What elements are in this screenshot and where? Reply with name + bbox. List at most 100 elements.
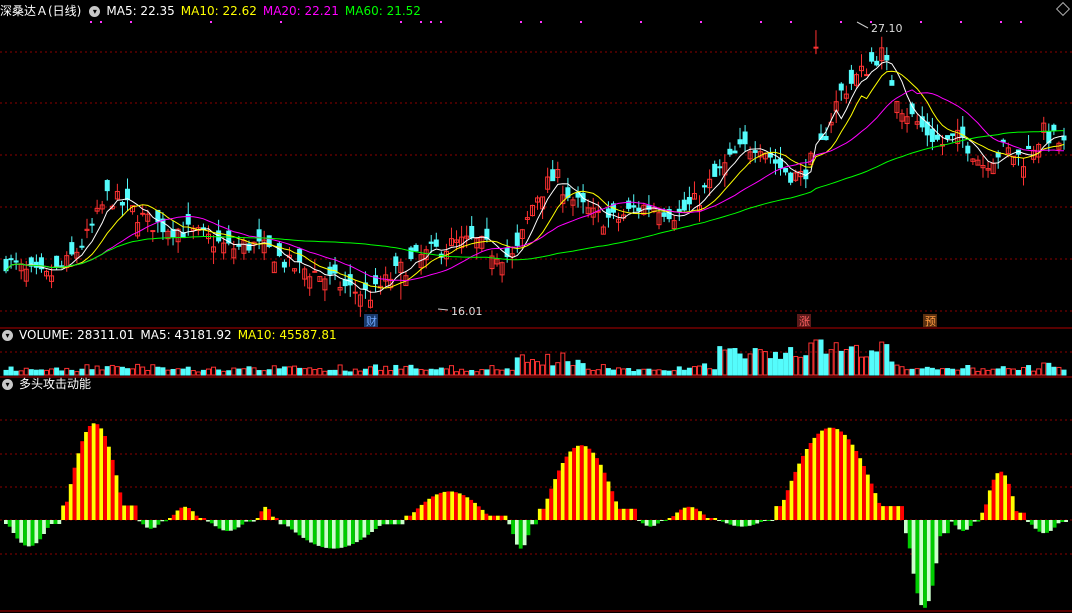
momentum-bar-negative: [362, 520, 367, 538]
volume-bar: [94, 365, 100, 376]
momentum-bar-positive: [427, 498, 432, 520]
volume-bar: [631, 370, 637, 376]
volume-bar: [180, 368, 186, 376]
volume-bar: [509, 369, 515, 376]
momentum-bar-positive: [831, 427, 836, 520]
volume-bar: [469, 369, 475, 376]
momentum-bar-negative: [42, 520, 46, 534]
volume-bar: [884, 344, 890, 376]
volume-bar: [438, 367, 444, 376]
volume-bar: [64, 367, 70, 376]
ma60-label: MA60: 21.52: [344, 4, 421, 18]
volume-bar: [464, 370, 470, 376]
volume-bar: [788, 347, 794, 376]
momentum-bar-positive: [179, 507, 184, 520]
momentum-bar-negative: [53, 520, 58, 524]
momentum-bar-negative: [343, 520, 348, 547]
momentum-bar-positive: [633, 508, 638, 520]
momentum-bar-positive: [1003, 475, 1008, 520]
volume-bar: [904, 369, 910, 376]
momentum-bar-positive: [454, 492, 458, 520]
volume-bar: [124, 368, 130, 376]
momentum-bar-negative: [297, 520, 302, 536]
volume-bar: [175, 368, 181, 376]
volume-bar: [454, 371, 460, 376]
ma5-label: MA5: 22.35: [106, 4, 175, 18]
collapse-icon[interactable]: ▾: [89, 6, 101, 17]
volume-bar: [529, 358, 535, 376]
volume-bar: [671, 370, 677, 376]
volume-bar: [646, 368, 652, 376]
collapse-icon[interactable]: ▾: [2, 330, 13, 341]
volume-bar: [651, 369, 657, 376]
event-dot: [960, 21, 962, 23]
momentum-bar-negative: [1029, 520, 1034, 525]
candle-body: [848, 69, 854, 84]
momentum-bar-negative: [724, 520, 729, 524]
event-dot: [100, 21, 102, 23]
momentum-bar-positive: [408, 515, 413, 520]
kline-chart[interactable]: 27.10 16.01 财 涨 预: [0, 0, 1072, 613]
momentum-bar-negative: [511, 520, 516, 535]
volume-bar: [99, 369, 105, 376]
momentum-bar-positive: [263, 506, 268, 520]
collapse-icon[interactable]: ▾: [2, 379, 13, 390]
volume-bar: [342, 370, 348, 376]
volume-bar: [975, 370, 981, 376]
event-dot: [1000, 21, 1002, 23]
volume-bar: [140, 366, 146, 376]
volume-header: ▾ VOLUME: 28311.01 MA5: 43181.92 MA10: 4558…: [0, 326, 343, 344]
volume-bar: [828, 349, 834, 376]
momentum-bar-negative: [358, 520, 363, 540]
volume-bar: [995, 368, 1001, 376]
low-marker-label: 16.01: [451, 305, 483, 318]
volume-bar: [656, 369, 662, 376]
volume-bar: [236, 368, 242, 376]
momentum-bar-negative: [946, 520, 950, 534]
volume-bar: [347, 371, 353, 376]
momentum-bar-positive: [190, 511, 195, 520]
momentum-bar-negative: [644, 520, 649, 526]
volume-bar: [676, 366, 682, 376]
low-marker-arrow: [437, 308, 449, 311]
momentum-bar-negative: [7, 520, 12, 527]
candle-body: [838, 83, 844, 91]
candle-body: [550, 169, 556, 182]
candle-body: [702, 185, 708, 188]
stock-title: 深桑达Ａ(日线): [0, 4, 82, 18]
momentum-bar-positive: [461, 495, 466, 520]
momentum-bar-negative: [976, 520, 981, 522]
volume-bar: [195, 371, 201, 376]
momentum-bar-positive: [869, 483, 874, 520]
volume-bar: [251, 367, 257, 376]
momentum-bar-positive: [587, 448, 592, 520]
momentum-bar-positive: [484, 513, 489, 520]
volume-bar: [130, 368, 136, 376]
momentum-bar-negative: [1064, 520, 1069, 522]
momentum-bar-positive: [667, 518, 672, 520]
momentum-bar-positive: [488, 515, 493, 520]
momentum-bar-positive: [126, 505, 130, 520]
momentum-bar-positive: [579, 445, 584, 520]
volume-bar: [423, 369, 429, 376]
momentum-bar-positive: [598, 464, 603, 520]
candle-body: [1026, 145, 1032, 150]
momentum-bar-positive: [980, 512, 985, 520]
volume-bar: [1051, 366, 1057, 376]
candle-body: [742, 131, 748, 145]
event-badges: 财 涨 预: [364, 314, 937, 328]
ma20-label: MA20: 22.21: [262, 4, 339, 18]
volume-bar: [241, 368, 247, 376]
momentum-bar-negative: [911, 520, 916, 574]
momentum-bar-positive: [114, 475, 119, 520]
momentum-bar-positive: [709, 518, 714, 520]
volume-bar: [170, 368, 176, 376]
candle-body: [408, 247, 414, 260]
momentum-bar-positive: [560, 463, 565, 520]
volume-bar: [362, 368, 368, 376]
volume-bar: [590, 369, 596, 376]
momentum-bar-positive: [412, 512, 416, 520]
candle-body: [874, 60, 880, 66]
volume-bar: [1000, 366, 1006, 376]
volume-bar: [484, 369, 490, 376]
